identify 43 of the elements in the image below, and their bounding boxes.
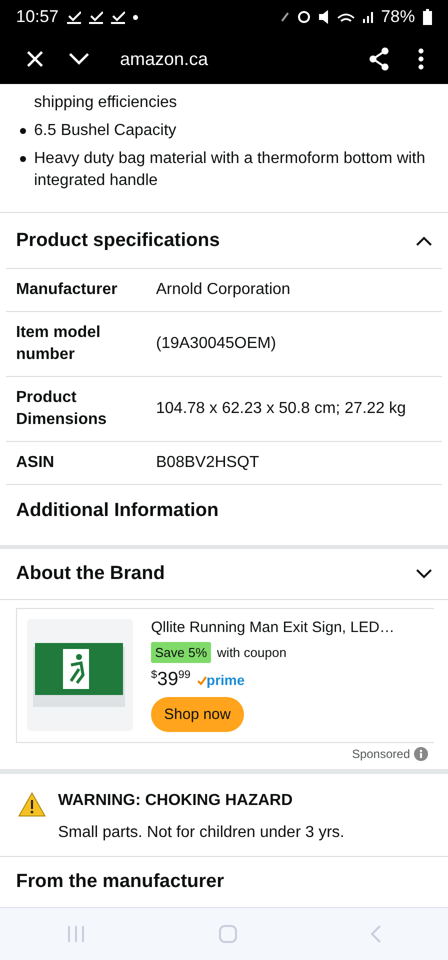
warning-title: WARNING: CHOKING HAZARD (58, 792, 294, 810)
spec-label: Product Dimensions (16, 388, 108, 430)
spec-value: (19A30045OEM) (156, 334, 278, 354)
close-icon (26, 50, 44, 68)
warning-icon (18, 792, 46, 818)
spec-label: Item model number (16, 323, 102, 366)
bullet-text: shipping efficiencies (34, 93, 177, 113)
mute-icon (318, 10, 329, 24)
bullet-text: 6.5 Bushel Capacity (34, 121, 176, 141)
spec-value: 104.78 x 62.23 x 50.8 cm; 27.22 kg (156, 399, 407, 420)
spec-label: ASIN (16, 453, 56, 474)
discount-badge: Save 5% (151, 642, 212, 664)
spec-value: Arnold Corporation (156, 280, 292, 300)
spec-value: B08BV2HSQT (156, 453, 260, 474)
more-icon (418, 48, 424, 70)
check-icon (88, 10, 103, 24)
section-title: About the Brand (16, 563, 165, 586)
section-title: From the manufacturer (16, 871, 224, 894)
check-icon (66, 10, 81, 24)
dot-icon (132, 14, 138, 20)
pen-icon (280, 12, 289, 22)
battery-icon (423, 9, 432, 25)
spec-label: Manufacturer (16, 280, 118, 300)
page-url: amazon.ca (120, 48, 210, 70)
info-icon[interactable] (414, 747, 428, 762)
share-icon (368, 47, 390, 71)
signal-icon (362, 11, 373, 23)
sponsored-label: Sponsored (352, 747, 410, 762)
bullet-text: Heavy duty bag material with a thermoform bottom with integrated handle (34, 149, 426, 191)
warning-text: Small parts. Not for children under 3 yrs. (58, 824, 344, 842)
caret-up-icon[interactable] (416, 236, 432, 246)
ad-product-title[interactable]: Qllite Running Man Exit Sign, LED… (151, 619, 394, 636)
section-title: Additional Information (16, 500, 219, 522)
status-time: 10:57 (16, 7, 59, 27)
section-title: Product specifications (16, 230, 220, 252)
wifi-icon (336, 12, 355, 22)
battery-percent: 78% (380, 7, 415, 27)
check-icon (110, 10, 125, 24)
chevron-down-icon (68, 52, 90, 66)
caret-down-icon[interactable] (416, 569, 432, 580)
coupon-text: with coupon (217, 645, 286, 660)
shop-now-button[interactable]: Shop now (151, 697, 244, 732)
prime-badge: prime (196, 672, 245, 688)
